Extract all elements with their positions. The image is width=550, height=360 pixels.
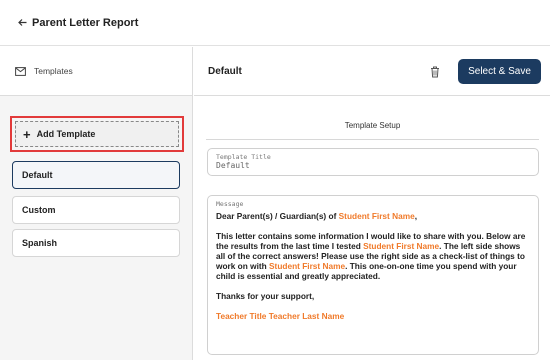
message-label: Message (216, 200, 244, 208)
select-and-save-button[interactable]: Select & Save (458, 59, 541, 84)
templates-label: Templates (34, 66, 73, 76)
template-title-field[interactable]: Template Title Default (207, 148, 539, 176)
token-student-first-name: Student First Name (338, 211, 415, 221)
greeting-prefix: Dear Parent(s) / Guardian(s) of (216, 211, 339, 221)
page-title: Parent Letter Report (32, 16, 139, 29)
message-body: Dear Parent(s) / Guardian(s) of Student … (216, 211, 530, 321)
current-template-title: Default (208, 65, 242, 77)
message-paragraph: This letter contains some information I … (216, 231, 530, 281)
mail-icon (15, 66, 26, 76)
token-student-first-name: Student First Name (269, 261, 346, 271)
token-student-first-name: Student First Name (363, 241, 440, 251)
divider (206, 139, 539, 140)
message-closing: Thanks for your support, (216, 291, 315, 301)
add-template-highlight: + Add Template (10, 116, 184, 152)
greeting-suffix: , (414, 211, 418, 221)
template-title-label: Template Title (216, 153, 271, 161)
add-template-button[interactable]: + Add Template (15, 121, 179, 147)
template-item-custom[interactable]: Custom (12, 196, 180, 224)
template-title-value: Default (216, 161, 250, 170)
template-item-default[interactable]: Default (12, 161, 180, 189)
message-field[interactable]: Message Dear Parent(s) / Guardian(s) of … (207, 195, 539, 355)
message-greeting: Dear Parent(s) / Guardian(s) of Student … (216, 211, 530, 221)
editor-header: Default Select & Save (194, 47, 550, 96)
arrow-left-icon[interactable] (13, 14, 31, 32)
templates-header: Templates (0, 47, 193, 96)
template-setup-title: Template Setup (344, 121, 401, 130)
add-template-label: Add Template (36, 129, 96, 139)
template-item-spanish[interactable]: Spanish (12, 229, 180, 257)
template-list-panel: + Add Template Default Custom Spanish (0, 96, 193, 360)
token-signature: Teacher Title Teacher Last Name (216, 311, 345, 321)
top-bar: Parent Letter Report (0, 0, 550, 46)
plus-icon: + (23, 126, 31, 142)
trash-icon[interactable] (430, 65, 440, 78)
